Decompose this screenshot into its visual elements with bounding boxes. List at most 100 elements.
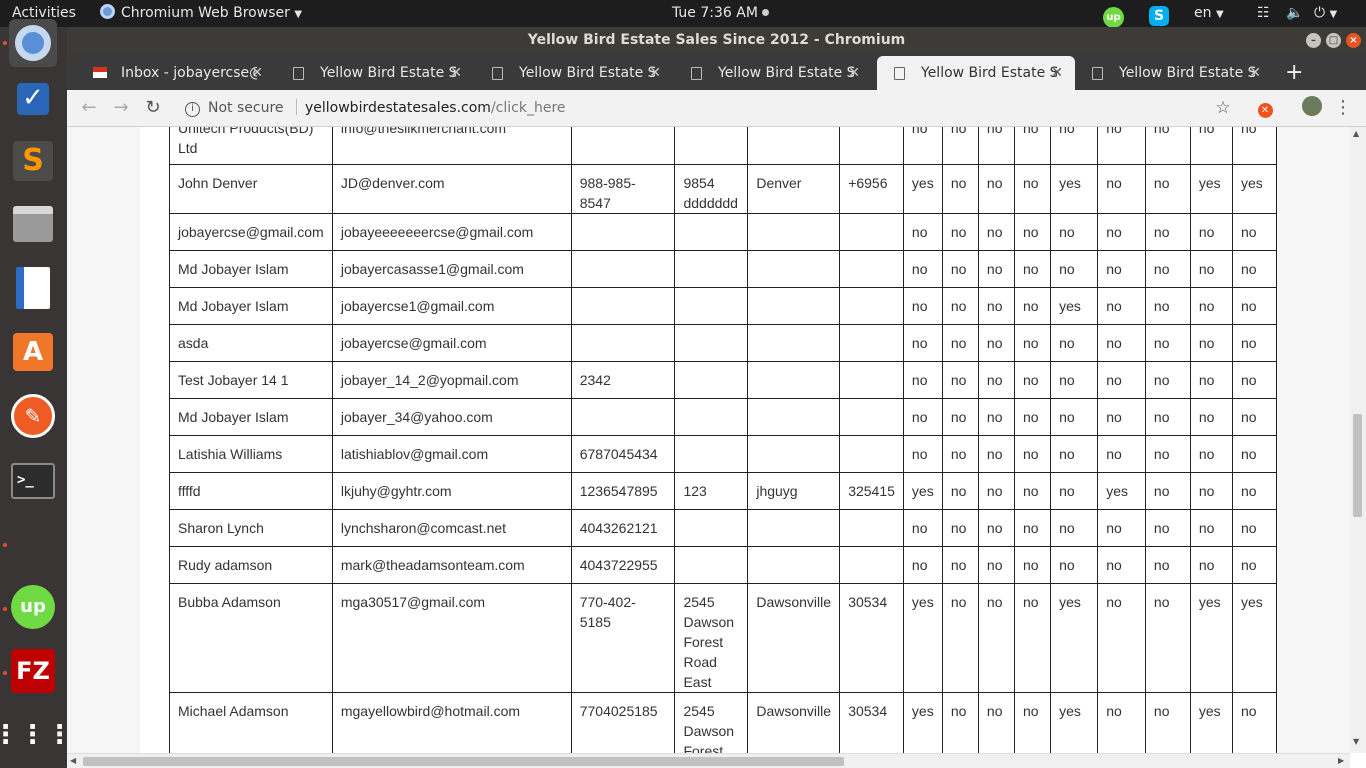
back-icon[interactable]: ← [77, 96, 101, 120]
cell-opt2: no [941, 287, 979, 325]
maximize-icon[interactable]: □ [1326, 33, 1341, 48]
cell-opt9: no [1232, 472, 1277, 510]
bookmark-star-icon[interactable]: ☆ [1211, 96, 1235, 120]
network-icon[interactable]: ☷ [1257, 0, 1270, 27]
cell-opt6: no [1097, 546, 1146, 584]
cell-name: ffffd [169, 472, 333, 510]
cell-opt2: no [941, 398, 979, 436]
cell-opt7: no [1144, 398, 1191, 436]
avatar[interactable] [1300, 96, 1324, 120]
cell-opt9: no [1232, 435, 1277, 473]
vertical-scroll-thumb[interactable] [1353, 414, 1362, 517]
page-icon [691, 67, 702, 80]
close-tab-icon[interactable]: ✕ [848, 56, 860, 90]
minimize-icon[interactable]: – [1306, 33, 1321, 48]
cell-opt4: no [1013, 435, 1052, 473]
cell-opt8: yes [1189, 692, 1234, 753]
cell-opt1: yes [902, 692, 943, 753]
chromium-launcher-icon[interactable] [9, 19, 57, 67]
close-tab-icon[interactable]: ✕ [649, 56, 661, 90]
extension-icon[interactable]: ✕ [1253, 96, 1277, 120]
cell-opt1: no [902, 213, 943, 251]
upwork-launcher-icon[interactable]: up [9, 583, 57, 631]
cell-phone: 770-402-5185 [570, 583, 676, 693]
cell-phone: 2342 [570, 361, 676, 399]
address-bar[interactable]: i Not secure yellowbirdestatesales.com/cl… [175, 94, 1277, 123]
menu-icon[interactable]: ⋮ [1331, 96, 1355, 120]
cell-opt3: no [977, 435, 1016, 473]
cell-address [674, 435, 749, 473]
reload-icon[interactable]: ↻ [141, 96, 165, 120]
close-tab-icon[interactable]: ✕ [251, 56, 263, 90]
table-row: ffffd lkjuhy@gyhtr.com 1236547895 123 jhguyg… [169, 472, 1277, 510]
info-icon[interactable]: i [185, 102, 200, 117]
clock[interactable]: Tue 7:36 AM [672, 0, 770, 27]
cell-address: 2545 Dawson Forest Road East [674, 692, 749, 753]
cell-opt5: yes [1050, 164, 1099, 214]
scroll-down-icon[interactable]: ▼ [1353, 737, 1359, 746]
app-menu[interactable]: Chromium Web Browser ▼ [100, 0, 302, 27]
tab-yellowbird-1[interactable]: Yellow Bird Estate S ✕ [276, 56, 474, 90]
cell-city: jhguyg [747, 472, 841, 510]
skype-tray-icon[interactable]: S [1149, 3, 1169, 26]
cell-zip [839, 250, 904, 288]
cell-opt7: no [1144, 509, 1191, 547]
files-launcher-icon[interactable] [9, 200, 57, 248]
cell-address [674, 127, 749, 165]
tab-label: Yellow Bird Estate S [320, 65, 456, 81]
postman-launcher-icon[interactable]: ✎ [9, 392, 57, 440]
cell-opt7: no [1144, 692, 1191, 753]
scroll-right-icon[interactable]: ▶ [1338, 756, 1344, 765]
cell-email: jobayercse@gmail.com [331, 324, 572, 362]
close-icon[interactable]: × [1346, 33, 1361, 48]
show-applications-icon[interactable]: ⋮⋮⋮ [0, 711, 73, 759]
new-tab-button[interactable]: + [1285, 56, 1303, 90]
language-indicator[interactable]: en ▼ [1194, 0, 1224, 27]
cell-opt1: no [902, 127, 943, 165]
cell-opt5: yes [1050, 692, 1099, 753]
cell-opt6: no [1097, 213, 1146, 251]
tab-yellowbird-2[interactable]: Yellow Bird Estate S ✕ [475, 56, 673, 90]
cell-name: Bubba Adamson [169, 583, 333, 693]
cell-address [674, 361, 749, 399]
sublime-text-launcher-icon[interactable]: S [9, 137, 57, 185]
cell-opt6: no [1097, 127, 1146, 165]
table-row: Latishia Williams latishiablov@gmail.com 6… [169, 435, 1277, 473]
tab-yellowbird-5[interactable]: Yellow Bird Estate S ✕ [1075, 56, 1273, 90]
cell-email: mgayellowbird@hotmail.com [331, 692, 572, 753]
volume-icon[interactable]: 🔈 [1286, 0, 1303, 27]
cell-opt2: no [941, 583, 979, 693]
cell-city [747, 287, 841, 325]
tab-yellowbird-3[interactable]: Yellow Bird Estate S ✕ [674, 56, 872, 90]
horizontal-scrollbar[interactable]: ◀ ▶ [67, 753, 1350, 768]
power-icon[interactable]: ⏻ ▼ [1314, 0, 1337, 27]
horizontal-scroll-thumb[interactable] [83, 757, 844, 766]
table-row: jobayercse@gmail.com jobayeeeeeeercse@gma… [169, 213, 1277, 251]
table-row: John Denver JD@denver.com 988-985-8547 9854… [169, 164, 1277, 214]
close-tab-icon[interactable]: ✕ [1249, 56, 1261, 90]
filezilla-launcher-icon[interactable]: FZ [9, 647, 57, 695]
terminal-launcher-icon[interactable]: >_ [9, 457, 57, 505]
cell-opt6: no [1097, 692, 1146, 753]
close-tab-icon[interactable]: ✕ [450, 56, 462, 90]
security-label: Not secure [208, 100, 284, 116]
cell-email: info@thesilkmerchant.com [331, 127, 572, 165]
cell-opt1: no [902, 435, 943, 473]
tasks-launcher-icon[interactable]: ✓ [9, 75, 57, 123]
page-content: Unitech Products(BD) Ltd info@thesilkmerc… [140, 127, 1277, 753]
tab-yellowbird-active[interactable]: Yellow Bird Estate S ✕ [877, 56, 1075, 90]
upwork-tray-icon[interactable]: up [1103, 3, 1124, 28]
software-center-launcher-icon[interactable]: A [9, 328, 57, 376]
cell-opt8: no [1189, 509, 1234, 547]
cell-name: Test Jobayer 14 1 [169, 361, 333, 399]
close-tab-icon[interactable]: ✕ [1051, 56, 1063, 90]
cell-opt5: no [1050, 250, 1099, 288]
forward-icon[interactable]: → [109, 96, 133, 120]
cell-opt4: no [1013, 546, 1052, 584]
cell-name: Michael Adamson [169, 692, 333, 753]
scroll-up-icon[interactable]: ▲ [1353, 129, 1359, 138]
scroll-left-icon[interactable]: ◀ [70, 756, 76, 765]
writer-launcher-icon[interactable] [9, 264, 57, 312]
vertical-scrollbar[interactable]: ▲ ▼ [1350, 127, 1366, 753]
tab-gmail[interactable]: Inbox - jobayercse@ ✕ [77, 56, 275, 90]
